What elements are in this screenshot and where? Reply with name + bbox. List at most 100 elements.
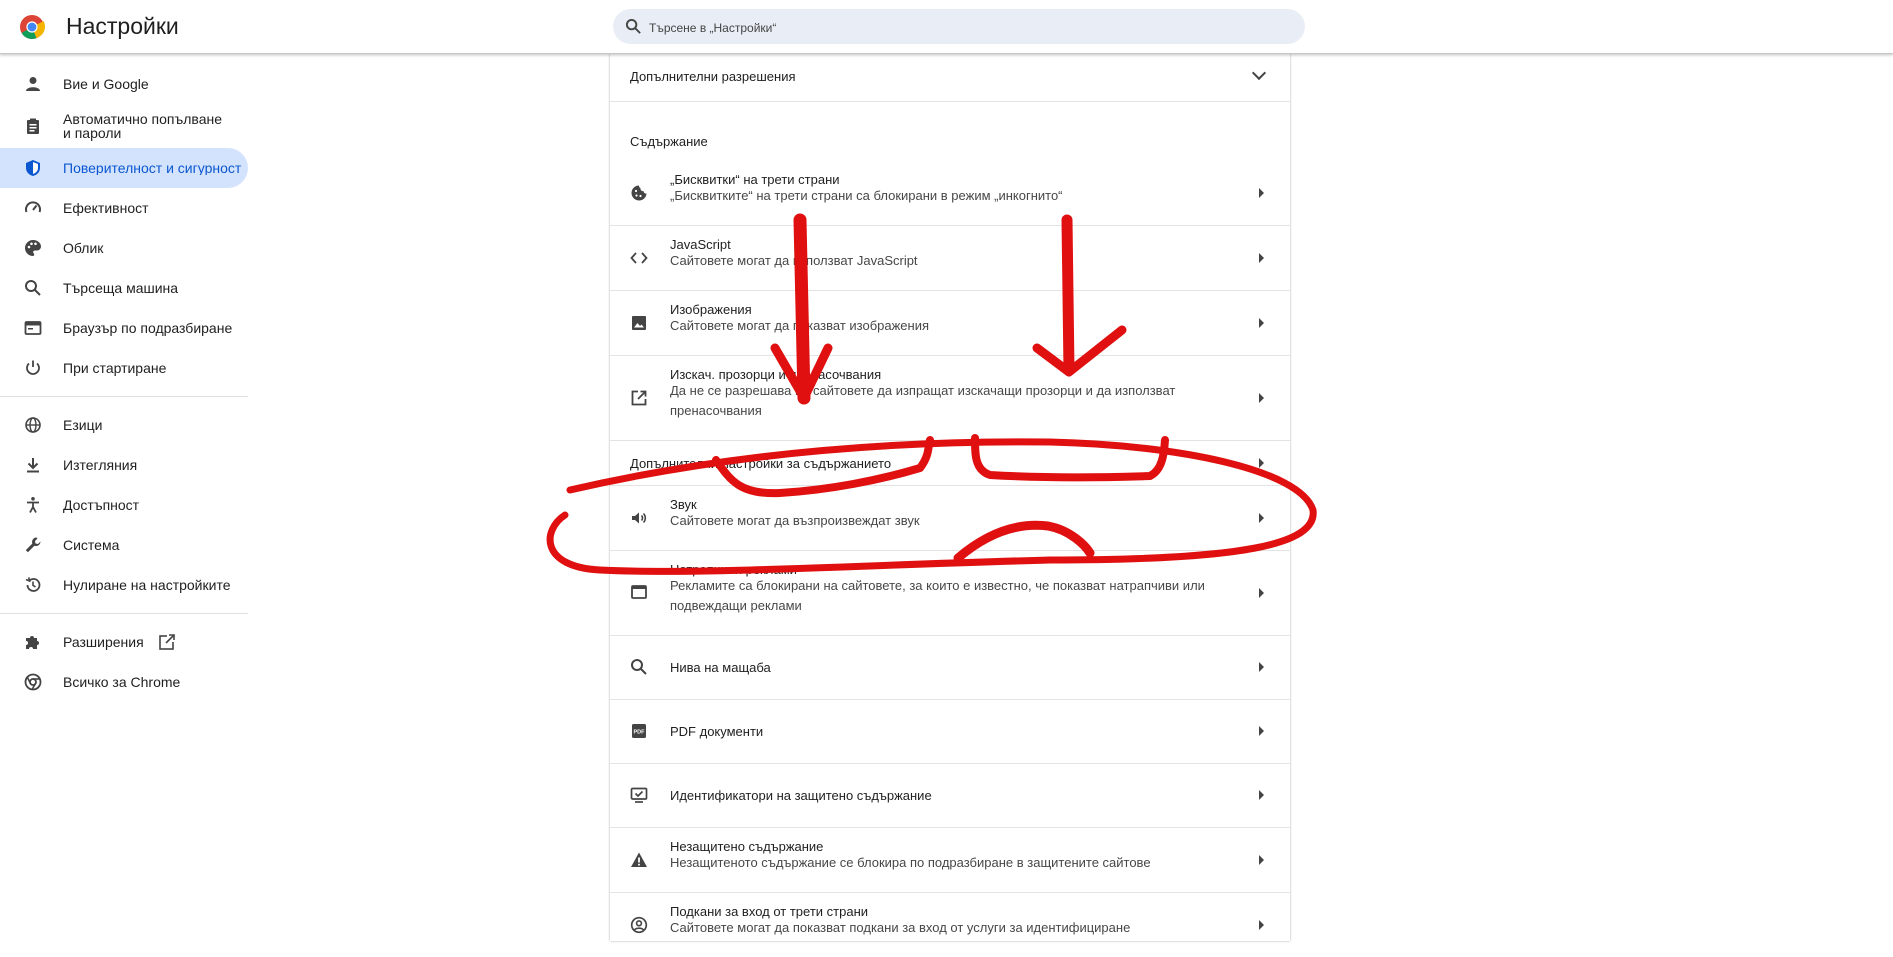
row-zoom-levels[interactable]: Нива на мащаба: [610, 636, 1290, 700]
row-title: Нива на мащаба: [670, 660, 771, 675]
cookie-icon: [631, 185, 647, 201]
row-popups-redirects[interactable]: Изскач. прозорци и пренасочвания Да не с…: [610, 356, 1290, 441]
pdf-icon: PDF: [632, 724, 646, 738]
arrow-right-icon: [1259, 253, 1264, 263]
sidebar-item-appearance[interactable]: Облик: [0, 228, 248, 268]
row-sound[interactable]: Звук Сайтовете могат да възпроизвеждат з…: [610, 486, 1290, 551]
accessibility-icon: [24, 496, 42, 514]
puzzle-icon: [24, 633, 42, 651]
row-title: Изображения: [670, 302, 752, 317]
row-third-party-cookies[interactable]: „Бисквитки“ на трети страни „Бисквитките…: [610, 161, 1290, 226]
chrome-icon: [24, 673, 42, 691]
svg-text:PDF: PDF: [634, 730, 646, 736]
power-icon: [24, 359, 42, 377]
sidebar-item-label: Изтегляния: [63, 457, 138, 473]
row-subtitle: Сайтовете могат да показват изображения: [670, 318, 930, 333]
sidebar-item-default-browser[interactable]: Браузър по подразбиране: [0, 308, 248, 348]
chevron-down-icon: [1251, 65, 1267, 81]
sidebar-divider: [0, 396, 248, 397]
sidebar-item-label: Всичко за Chrome: [63, 674, 181, 690]
ads-window-icon: [631, 585, 647, 599]
chrome-logo-icon: [20, 15, 45, 39]
sidebar-item-accessibility[interactable]: Достъпност: [0, 485, 248, 525]
additional-content-settings-label: Допълнителни настройки за съдържанието: [630, 456, 892, 471]
sidebar-item-performance[interactable]: Ефективност: [0, 188, 248, 228]
sidebar: Вие и Google Автоматично попълване и пар…: [0, 64, 248, 702]
row-title: Подкани за вход от трети страни: [670, 904, 869, 919]
account-circle-icon: [630, 916, 648, 934]
top-bar: Настройки: [0, 0, 1893, 54]
row-intrusive-ads[interactable]: Натрапчиви реклами Рекламите са блокиран…: [610, 551, 1290, 636]
row-subtitle: Рекламите са блокирани на сайтовете, за …: [670, 578, 1205, 613]
person-icon: [24, 75, 42, 93]
browser-icon: [24, 319, 42, 337]
additional-permissions-row[interactable]: Допълнителни разрешения: [610, 53, 1290, 102]
protected-content-icon: [630, 787, 648, 803]
search-icon: [625, 18, 641, 34]
row-subtitle: Сайтовете могат да възпроизвеждат звук: [670, 513, 920, 528]
row-title: PDF документи: [670, 724, 764, 739]
sidebar-item-system[interactable]: Система: [0, 525, 248, 565]
sidebar-item-reset-settings[interactable]: Нулиране на настройките: [0, 565, 248, 605]
sidebar-item-label: Вие и Google: [63, 76, 149, 92]
arrow-right-icon: [1259, 513, 1264, 523]
wrench-icon: [24, 536, 42, 554]
row-subtitle: Да не се разрешава на сайтовете да изпра…: [670, 383, 1176, 418]
sidebar-item-label: Ефективност: [63, 200, 149, 216]
sidebar-item-label: Езици: [63, 417, 103, 433]
sidebar-divider: [0, 613, 248, 614]
speedometer-icon: [24, 199, 42, 217]
search-input[interactable]: [647, 9, 1271, 46]
row-title: Натрапчиви реклами: [670, 562, 797, 577]
row-additional-content-settings[interactable]: Допълнителни настройки за съдържанието: [610, 441, 1290, 486]
sidebar-item-about-chrome[interactable]: Всичко за Chrome: [0, 662, 248, 702]
arrow-right-icon: [1259, 393, 1264, 403]
row-title: „Бисквитки“ на трети страни: [670, 172, 840, 187]
row-subtitle: „Бисквитките“ на трети страни са блокира…: [670, 188, 1063, 203]
row-subtitle: Сайтовете могат да използват JavaScript: [670, 253, 918, 268]
speaker-icon: [632, 512, 647, 524]
sidebar-item-label: Автоматично попълване и пароли: [63, 111, 222, 141]
sidebar-item-label: Облик: [63, 240, 104, 256]
download-icon: [24, 456, 42, 474]
arrow-right-icon: [1259, 790, 1264, 800]
arrow-right-icon: [1259, 920, 1264, 930]
sidebar-item-autofill[interactable]: Автоматично попълване и пароли: [0, 104, 248, 148]
row-title: Идентификатори на защитено съдържание: [670, 788, 932, 803]
sidebar-item-label: При стартиране: [63, 360, 167, 376]
row-third-party-sign-in[interactable]: Подкани за вход от трети страни Сайтовет…: [610, 893, 1290, 957]
sidebar-item-label: Нулиране на настройките: [63, 577, 231, 593]
search-box[interactable]: [613, 9, 1305, 46]
arrow-right-icon: [1259, 588, 1264, 598]
arrow-right-icon: [1259, 855, 1264, 865]
row-title: Изскач. прозорци и пренасочвания: [670, 367, 882, 382]
sidebar-item-languages[interactable]: Езици: [0, 405, 248, 445]
sidebar-item-privacy[interactable]: Поверителност и сигурност: [0, 148, 248, 188]
row-insecure-content[interactable]: Незащитено съдържание Незащитеното съдър…: [610, 828, 1290, 893]
arrow-right-icon: [1259, 662, 1264, 672]
external-link-icon: [631, 390, 647, 406]
sidebar-item-you-and-google[interactable]: Вие и Google: [0, 64, 248, 104]
image-icon: [632, 316, 646, 330]
palette-icon: [24, 239, 42, 257]
settings-card: Допълнителни разрешения Съдържание „Биск…: [610, 53, 1290, 941]
section-title-content: Съдържание: [630, 134, 708, 149]
sidebar-item-on-startup[interactable]: При стартиране: [0, 348, 248, 388]
zoom-icon: [631, 659, 647, 675]
row-protected-content[interactable]: Идентификатори на защитено съдържание: [610, 764, 1290, 828]
row-javascript[interactable]: JavaScript Сайтовете могат да използват …: [610, 226, 1290, 291]
sidebar-item-label: Търсеща машина: [63, 280, 179, 296]
row-pdf-documents[interactable]: PDF PDF документи: [610, 700, 1290, 764]
sidebar-item-label: Система: [63, 537, 120, 553]
row-images[interactable]: Изображения Сайтовете могат да показват …: [610, 291, 1290, 356]
row-subtitle: Незащитеното съдържание се блокира по по…: [670, 855, 1151, 870]
sidebar-item-label: Поверителност и сигурност: [63, 161, 242, 175]
arrow-right-icon: [1259, 318, 1264, 328]
reset-history-icon: [24, 576, 42, 594]
row-title: Звук: [670, 497, 697, 512]
sidebar-item-search-engine[interactable]: Търсеща машина: [0, 268, 248, 308]
code-icon: [630, 252, 648, 264]
row-title: JavaScript: [670, 237, 731, 252]
sidebar-item-extensions[interactable]: Разширения: [0, 622, 248, 662]
sidebar-item-downloads[interactable]: Изтегляния: [0, 445, 248, 485]
